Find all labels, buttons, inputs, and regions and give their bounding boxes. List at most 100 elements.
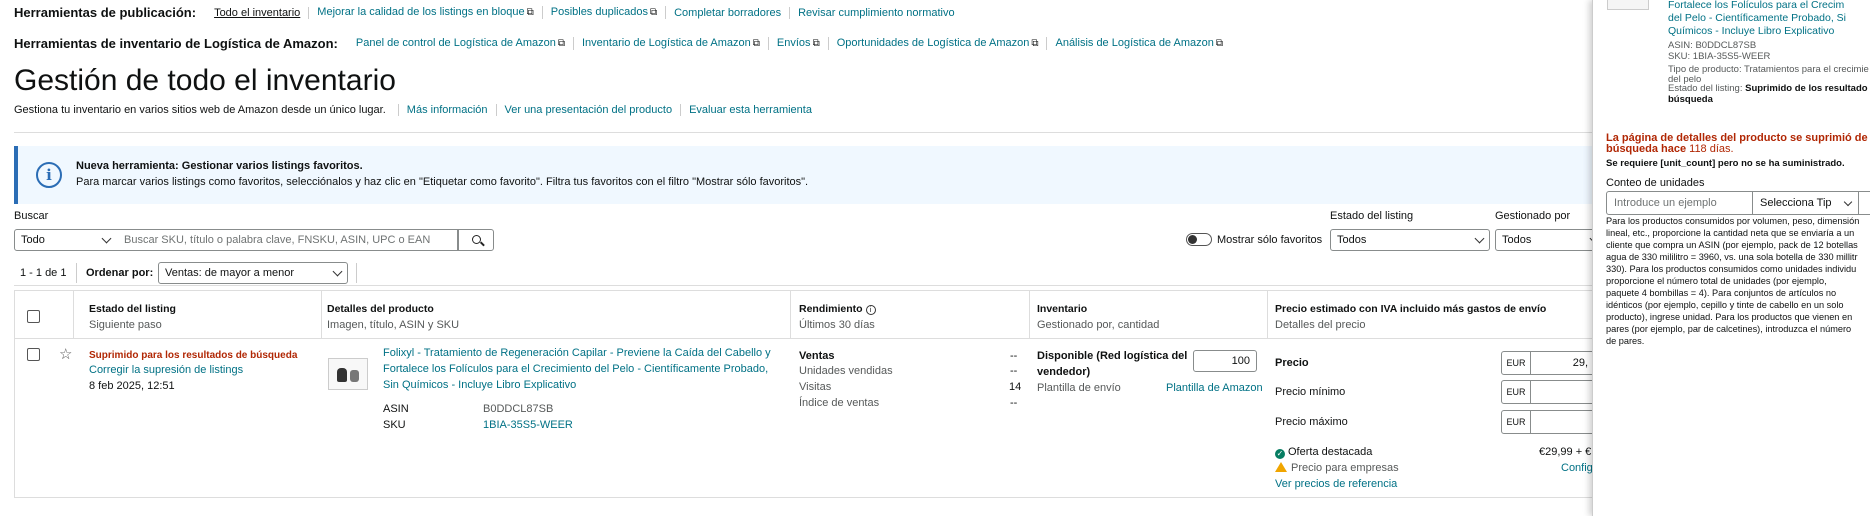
col-inventory-title: Inventario [1037, 303, 1088, 315]
tool-link-duplicates[interactable]: Posibles duplicados [543, 6, 667, 19]
info-icon[interactable]: i [865, 305, 876, 315]
product-thumbnail[interactable] [328, 358, 368, 390]
managed-by-label: Gestionado por [1495, 210, 1571, 222]
featured-offer-label: Oferta destacada [1288, 446, 1373, 458]
unit-type-select[interactable]: Selecciona Tip [1753, 191, 1859, 215]
chevron-down-icon [1843, 197, 1853, 206]
quantity-input[interactable]: 100 [1193, 350, 1257, 372]
tool-link-drafts[interactable]: Completar borradores [666, 6, 791, 19]
fix-suppression-link[interactable]: Corregir la supresión de listings [89, 364, 243, 376]
inventory-availability: Disponible (Red logística del [1037, 350, 1188, 362]
divider [76, 263, 77, 283]
favorite-star-icon[interactable]: ☆ [59, 347, 72, 362]
result-range: 1 - 1 de 1 [20, 267, 67, 279]
publication-tools-bar: Herramientas de publicación: Todo el inv… [14, 5, 963, 20]
check-icon: ✓ [1275, 449, 1285, 459]
sort-select[interactable]: Ventas: de mayor a menor [158, 262, 348, 284]
page-subtitle: Gestiona tu inventario en varios sitios … [14, 104, 386, 116]
search-button[interactable] [458, 229, 494, 251]
fba-tools-bar: Herramientas de inventario de Logística … [14, 36, 1231, 51]
perf-visits-value: 14 [1009, 381, 1022, 393]
col-product-sub: Imagen, título, ASIN y SKU [327, 319, 460, 331]
col-performance-sub: Últimos 30 días [799, 319, 875, 331]
col-performance-title: Rendimiento i [799, 303, 876, 315]
perf-sales-label: Ventas [799, 350, 835, 362]
currency-label: EUR [1501, 351, 1531, 375]
product-title-line[interactable]: Folixyl - Tratamiento de Regeneración Ca… [383, 347, 771, 359]
info-icon: i [36, 162, 62, 188]
panel-asin: ASIN: B0DDCL87SB [1668, 40, 1757, 51]
product-tour-link[interactable]: Ver una presentación del producto [495, 104, 681, 116]
price-input[interactable]: 29, [1531, 351, 1595, 375]
favorites-toggle[interactable] [1186, 233, 1212, 246]
perf-visits-label: Visitas [799, 381, 832, 393]
chevron-down-icon [101, 233, 112, 243]
row-checkbox[interactable] [27, 348, 40, 361]
panel-alert-days: 118 días. [1689, 143, 1734, 155]
configure-link[interactable]: Config [1561, 462, 1593, 474]
panel-title-line[interactable]: del Pelo - Científicamente Probado, Si [1668, 12, 1846, 24]
reference-prices-link[interactable]: Ver precios de referencia [1275, 478, 1397, 490]
inventory-table: Estado del listing Siguiente paso Detall… [14, 290, 1595, 498]
listing-status-select[interactable]: Todos [1330, 229, 1490, 251]
tool-link-compliance[interactable]: Revisar cumplimiento normativo [790, 7, 963, 19]
fba-link-opportunities[interactable]: Oportunidades de Logística de Amazon [829, 37, 1048, 50]
panel-status-value-cont: búsqueda [1668, 94, 1713, 105]
more-info-link[interactable]: Más información [397, 104, 496, 116]
sku-value[interactable]: 1BIA-35S5-WEER [483, 419, 573, 431]
min-price-input[interactable] [1531, 380, 1595, 404]
search-scope-select[interactable]: Todo [14, 229, 117, 251]
fba-link-shipments[interactable]: Envíos [769, 37, 829, 50]
fba-link-dashboard[interactable]: Panel de control de Logística de Amazon [348, 37, 574, 50]
panel-alert-line2: búsqueda hace 118 días. [1606, 143, 1734, 155]
favorites-label: Mostrar sólo favoritos [1217, 234, 1323, 246]
search-scope-value: Todo [21, 234, 45, 246]
perf-sales-rate-value: -- [1010, 397, 1018, 409]
min-price-label: Precio mínimo [1275, 386, 1346, 398]
panel-product-thumbnail [1607, 0, 1649, 10]
max-price-label: Precio máximo [1275, 416, 1348, 428]
featured-offer-value: €29,99 + € [1539, 446, 1592, 458]
panel-sku: SKU: 1BIA-35S5-WEER [1668, 51, 1771, 62]
publication-tools-label: Herramientas de publicación: [14, 5, 197, 20]
unit-extra-field[interactable] [1859, 191, 1870, 215]
pagination-bar: 1 - 1 de 1 Ordenar por: Ventas: de mayor… [14, 260, 1594, 286]
banner-title: Nueva herramienta: Gestionar varios list… [76, 160, 363, 172]
col-inventory-sub: Gestionado por, cantidad [1037, 319, 1160, 331]
currency-label: EUR [1501, 410, 1531, 434]
unit-count-help: Para los productos consumidos por volume… [1606, 216, 1860, 346]
fba-link-inventory[interactable]: Inventario de Logística de Amazon [574, 37, 769, 50]
tool-link-improve-quality[interactable]: Mejorar la calidad de los listings en bl… [309, 6, 543, 19]
shipping-template-label: Plantilla de envío [1037, 382, 1121, 394]
perf-sales-value: -- [1010, 350, 1018, 362]
shipping-template-link[interactable]: Plantilla de Amazon [1166, 382, 1263, 394]
chevron-down-icon [332, 266, 343, 276]
listing-detail-panel: Fortalece los Folículos para el Crecim d… [1592, 0, 1870, 516]
col-price-sub: Detalles del precio [1275, 319, 1366, 331]
inventory-availability-cont: vendedor) [1037, 366, 1091, 378]
perf-units-value: -- [1010, 365, 1018, 377]
max-price-input[interactable] [1531, 410, 1595, 434]
tool-link-all-inventory[interactable]: Todo el inventario [206, 6, 310, 19]
fba-link-analytics[interactable]: Análisis de Logística de Amazon [1047, 37, 1231, 50]
fba-tools-label: Herramientas de inventario de Logística … [14, 36, 338, 51]
business-price-label: Precio para empresas [1291, 462, 1399, 474]
info-banner: i Nueva herramienta: Gestionar varios li… [14, 146, 1594, 204]
unit-type-placeholder: Selecciona Tip [1760, 197, 1832, 209]
panel-title-line[interactable]: Químicos - Incluye Libro Explicativo [1668, 25, 1834, 37]
product-title-line[interactable]: Fortalece los Folículos para el Crecimie… [383, 363, 768, 375]
select-all-checkbox[interactable] [27, 310, 40, 323]
featured-offer: ✓ Oferta destacada [1275, 446, 1372, 459]
sort-label: Ordenar por: [86, 267, 154, 279]
product-title-line[interactable]: Sin Químicos - Incluye Libro Explicativo [383, 379, 576, 391]
search-input[interactable]: Buscar SKU, título o palabra clave, FNSK… [116, 229, 458, 251]
perf-sales-rate-label: Índice de ventas [799, 397, 880, 409]
price-label: Precio [1275, 357, 1309, 369]
managed-by-select[interactable]: Todos [1495, 229, 1605, 251]
managed-by-value: Todos [1502, 234, 1532, 246]
rate-tool-link[interactable]: Evaluar esta herramienta [680, 104, 820, 116]
banner-text: Para marcar varios listings como favorit… [76, 176, 809, 188]
sort-value: Ventas: de mayor a menor [165, 267, 295, 279]
unit-count-input[interactable]: Introduce un ejemplo [1606, 191, 1753, 215]
panel-title-line[interactable]: Fortalece los Folículos para el Crecim [1668, 0, 1844, 11]
